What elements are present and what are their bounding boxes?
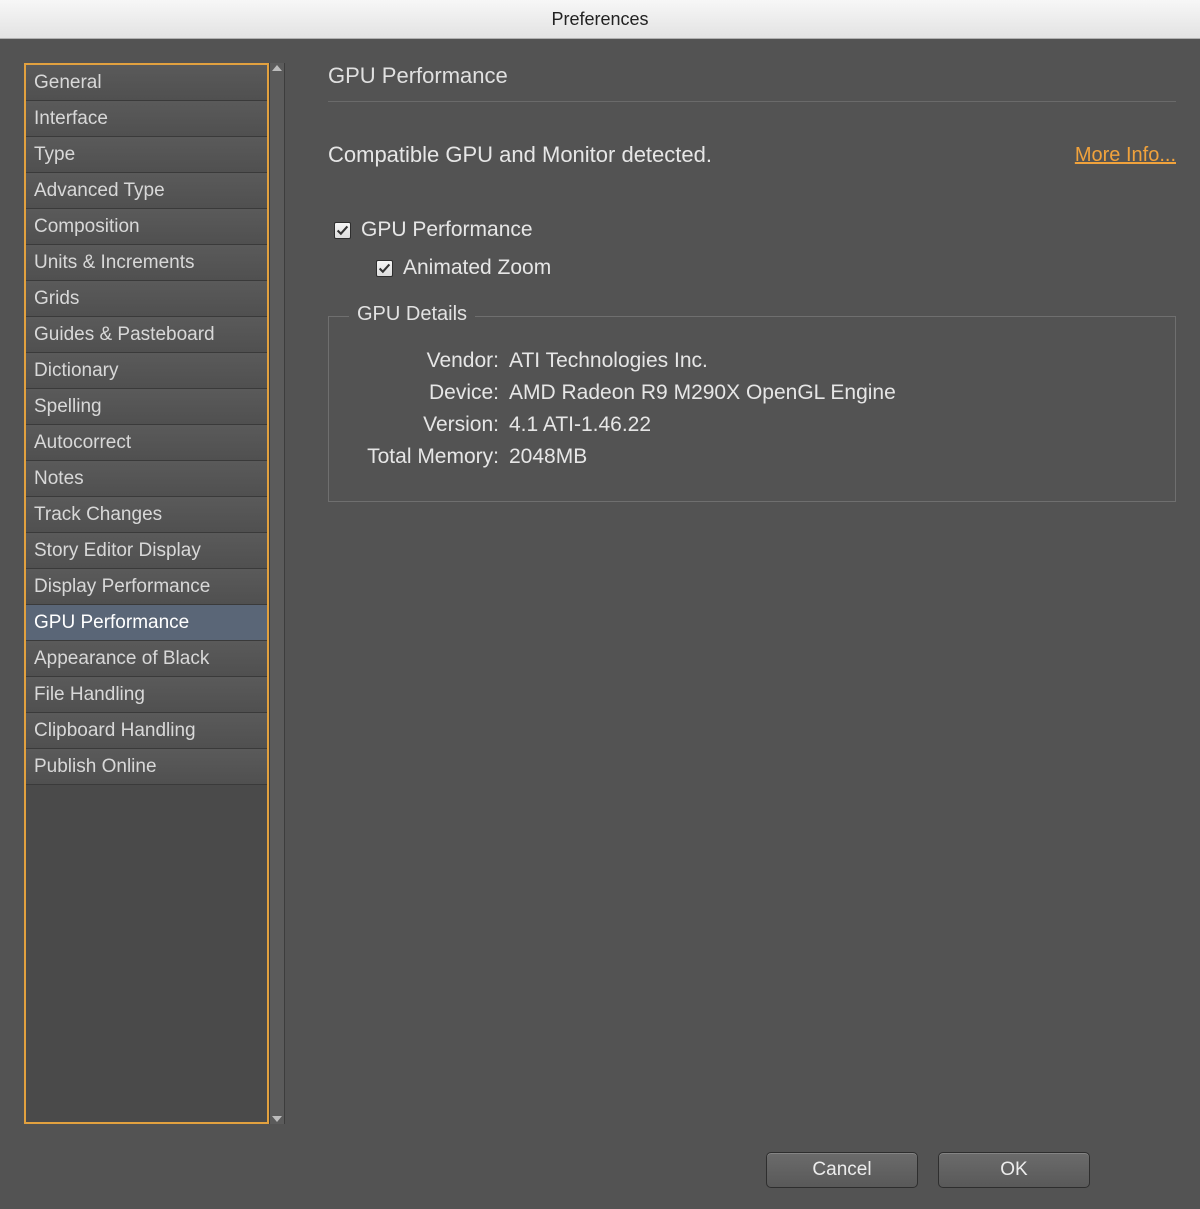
sidebar-item[interactable]: Story Editor Display (26, 533, 267, 569)
cancel-button[interactable]: Cancel (766, 1152, 918, 1188)
gpu-device-label: Device: (349, 381, 509, 405)
sidebar-item-label: Track Changes (34, 504, 162, 525)
sidebar-item-label: Type (34, 144, 75, 165)
sidebar-item-label: Dictionary (34, 360, 118, 381)
sidebar-item-label: Advanced Type (34, 180, 165, 201)
gpu-device-value: AMD Radeon R9 M290X OpenGL Engine (509, 381, 896, 405)
window-title: Preferences (551, 9, 648, 30)
gpu-performance-checkbox[interactable] (334, 222, 351, 239)
sidebar-item-label: General (34, 72, 102, 93)
sidebar-item-label: Autocorrect (34, 432, 131, 453)
panel-title: GPU Performance (328, 63, 1176, 102)
sidebar-item-label: File Handling (34, 684, 145, 705)
sidebar-item[interactable]: Publish Online (26, 749, 267, 785)
scroll-down-icon[interactable] (272, 1116, 282, 1122)
sidebar-item[interactable]: Composition (26, 209, 267, 245)
scroll-up-icon[interactable] (272, 65, 282, 71)
sidebar-item-label: Spelling (34, 396, 102, 417)
gpu-performance-checkbox-row[interactable]: GPU Performance (328, 218, 1176, 242)
sidebar-item[interactable]: Guides & Pasteboard (26, 317, 267, 353)
animated-zoom-checkbox-label: Animated Zoom (403, 256, 551, 280)
gpu-memory-label: Total Memory: (349, 445, 509, 469)
sidebar-scrollbar[interactable] (269, 63, 285, 1124)
gpu-details-fieldset: GPU Details Vendor: ATI Technologies Inc… (328, 316, 1176, 502)
sidebar-filler (26, 785, 267, 1122)
sidebar-item-label: Appearance of Black (34, 648, 209, 669)
sidebar-item[interactable]: Type (26, 137, 267, 173)
preferences-sidebar: General Interface Type Advanced Type Composi… (24, 63, 269, 1124)
gpu-status-row: Compatible GPU and Monitor detected. Mor… (328, 142, 1176, 168)
sidebar-item-label: Guides & Pasteboard (34, 324, 215, 345)
sidebar-item[interactable]: Display Performance (26, 569, 267, 605)
gpu-memory-row: Total Memory: 2048MB (349, 445, 1155, 469)
sidebar-item[interactable]: Track Changes (26, 497, 267, 533)
checkmark-icon (336, 224, 349, 237)
window-body: General Interface Type Advanced Type Composi… (0, 39, 1200, 1209)
ok-button-label: OK (1000, 1159, 1027, 1181)
sidebar-item-label: Notes (34, 468, 84, 489)
sidebar-item[interactable]: Autocorrect (26, 425, 267, 461)
sidebar-container: General Interface Type Advanced Type Composi… (24, 63, 286, 1124)
animated-zoom-checkbox[interactable] (376, 260, 393, 277)
gpu-performance-checkbox-label: GPU Performance (361, 218, 533, 242)
sidebar-item[interactable]: File Handling (26, 677, 267, 713)
gpu-status-text: Compatible GPU and Monitor detected. (328, 142, 712, 168)
sidebar-item-label: Publish Online (34, 756, 157, 777)
gpu-version-label: Version: (349, 413, 509, 437)
sidebar-item[interactable]: Clipboard Handling (26, 713, 267, 749)
window-titlebar: Preferences (0, 0, 1200, 39)
gpu-vendor-value: ATI Technologies Inc. (509, 349, 708, 373)
sidebar-item-label: GPU Performance (34, 612, 189, 633)
sidebar-item[interactable]: GPU Performance (26, 605, 267, 641)
sidebar-item[interactable]: Appearance of Black (26, 641, 267, 677)
sidebar-item-label: Units & Increments (34, 252, 195, 273)
ok-button[interactable]: OK (938, 1152, 1090, 1188)
gpu-device-row: Device: AMD Radeon R9 M290X OpenGL Engin… (349, 381, 1155, 405)
gpu-memory-value: 2048MB (509, 445, 587, 469)
more-info-link[interactable]: More Info... (1075, 144, 1176, 167)
animated-zoom-checkbox-row[interactable]: Animated Zoom (328, 256, 1176, 280)
sidebar-item[interactable]: Notes (26, 461, 267, 497)
sidebar-item-label: Display Performance (34, 576, 210, 597)
sidebar-item-label: Story Editor Display (34, 540, 201, 561)
gpu-version-value: 4.1 ATI-1.46.22 (509, 413, 651, 437)
gpu-details-legend: GPU Details (349, 303, 475, 326)
gpu-vendor-label: Vendor: (349, 349, 509, 373)
dialog-footer: Cancel OK (766, 1152, 1090, 1188)
sidebar-item[interactable]: General (26, 65, 267, 101)
sidebar-item[interactable]: Units & Increments (26, 245, 267, 281)
sidebar-item-label: Composition (34, 216, 140, 237)
sidebar-item-label: Clipboard Handling (34, 720, 196, 741)
checkmark-icon (378, 262, 391, 275)
sidebar-item-label: Interface (34, 108, 108, 129)
cancel-button-label: Cancel (812, 1159, 871, 1181)
sidebar-item[interactable]: Dictionary (26, 353, 267, 389)
gpu-version-row: Version: 4.1 ATI-1.46.22 (349, 413, 1155, 437)
sidebar-item-label: Grids (34, 288, 79, 309)
sidebar-item[interactable]: Advanced Type (26, 173, 267, 209)
main-panel: GPU Performance Compatible GPU and Monit… (286, 63, 1176, 1124)
gpu-vendor-row: Vendor: ATI Technologies Inc. (349, 349, 1155, 373)
sidebar-item[interactable]: Interface (26, 101, 267, 137)
sidebar-item[interactable]: Grids (26, 281, 267, 317)
sidebar-item[interactable]: Spelling (26, 389, 267, 425)
